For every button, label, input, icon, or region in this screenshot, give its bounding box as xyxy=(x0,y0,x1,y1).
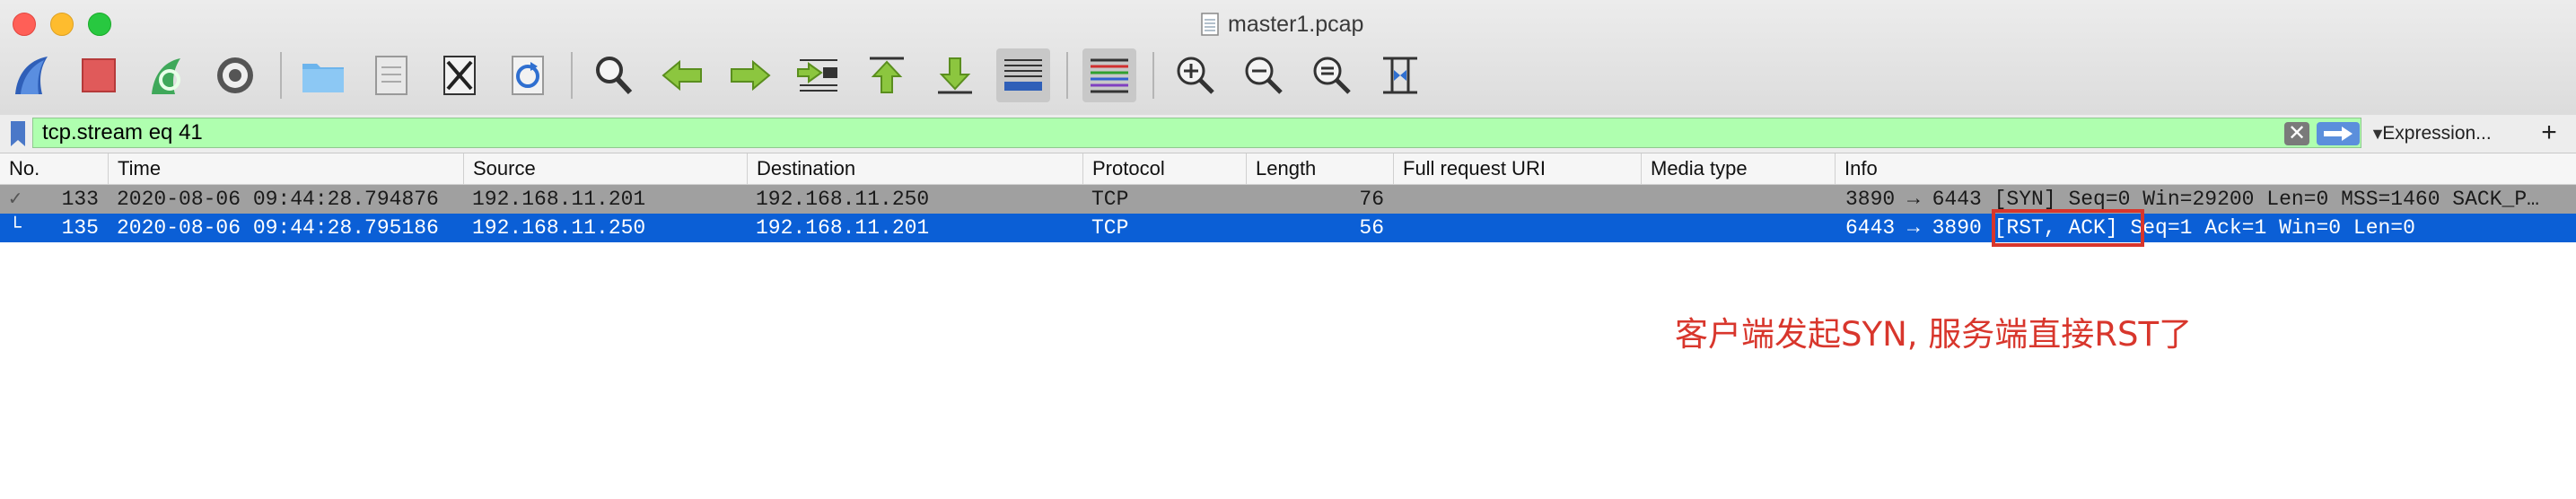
restart-capture-icon xyxy=(152,58,180,94)
save-file-icon xyxy=(375,56,407,95)
close-window-button[interactable] xyxy=(13,13,36,36)
window-chrome: master1.pcap xyxy=(0,0,2576,116)
go-to-packet-button[interactable] xyxy=(792,48,846,102)
toolbar-separator xyxy=(1152,52,1154,99)
toolbar-separator xyxy=(280,52,282,99)
annotation-text: 客户端发起SYN, 服务端直接RST了 xyxy=(1675,315,2193,354)
column-header-info[interactable]: Info xyxy=(1835,153,2576,184)
stop-capture-button[interactable] xyxy=(72,48,126,102)
column-header-protocol[interactable]: Protocol xyxy=(1082,153,1246,184)
resize-columns-icon xyxy=(1383,57,1417,94)
go-last-packet-button[interactable] xyxy=(928,48,982,102)
open-file-button[interactable] xyxy=(296,48,350,102)
document-icon xyxy=(1201,13,1219,36)
toolbar-separator xyxy=(571,52,573,99)
packet-number: 133 xyxy=(61,188,99,211)
go-back-icon xyxy=(662,59,702,92)
clear-filter-button[interactable]: ✕ xyxy=(2284,122,2309,145)
packet-destination: 192.168.11.250 xyxy=(756,188,930,211)
go-first-packet-icon xyxy=(870,57,904,93)
zoom-in-icon xyxy=(1177,57,1214,94)
packet-source: 192.168.11.250 xyxy=(472,216,646,240)
close-file-button[interactable] xyxy=(433,48,486,102)
open-file-icon xyxy=(302,64,344,92)
resize-columns-button[interactable] xyxy=(1373,48,1427,102)
go-to-packet-icon xyxy=(797,59,837,92)
window-title-text: master1.pcap xyxy=(1228,11,1364,37)
find-packet-icon xyxy=(596,57,633,95)
packet-length: 56 xyxy=(1359,216,1384,240)
restart-capture-button[interactable] xyxy=(140,48,194,102)
minimize-window-button[interactable] xyxy=(50,13,74,36)
zoom-out-icon xyxy=(1245,57,1283,94)
packet-info: 3890 → 6443 [SYN] Seq=0 Win=29200 Len=0 … xyxy=(1845,188,2539,211)
find-packet-button[interactable] xyxy=(587,48,641,102)
colorize-button[interactable] xyxy=(1082,48,1136,102)
packet-destination: 192.168.11.201 xyxy=(756,216,930,240)
packet-media-type xyxy=(1650,214,1835,242)
column-header-source[interactable]: Source xyxy=(463,153,747,184)
auto-scroll-icon xyxy=(1004,59,1042,91)
auto-scroll-button[interactable] xyxy=(996,48,1050,102)
wireshark-window: master1.pcap tcp.stream eq 41 ✕ ▼ Expres… xyxy=(0,0,2576,499)
display-filter-bar: ✕ ▼ Expression... + xyxy=(0,115,2576,153)
close-file-icon xyxy=(443,56,476,95)
go-forward-icon xyxy=(731,59,771,92)
capture-options-icon xyxy=(217,57,253,93)
packet-list-header: No. Time Source Destination Protocol Len… xyxy=(0,153,2576,185)
packet-source: 192.168.11.201 xyxy=(472,188,646,211)
go-back-button[interactable] xyxy=(655,48,709,102)
zoom-in-button[interactable] xyxy=(1169,48,1222,102)
reload-file-icon xyxy=(512,56,544,95)
go-forward-button[interactable] xyxy=(723,48,777,102)
packet-protocol: TCP xyxy=(1091,216,1129,240)
window-title: master1.pcap xyxy=(1201,11,1363,38)
clear-icon: ✕ xyxy=(2287,121,2307,145)
add-filter-button-button[interactable]: + xyxy=(2531,117,2567,149)
packet-protocol: TCP xyxy=(1091,188,1129,211)
zoom-out-button[interactable] xyxy=(1237,48,1291,102)
expression-button[interactable]: Expression... xyxy=(2370,118,2504,149)
go-last-packet-icon xyxy=(938,57,972,94)
related-packet-marker: └ xyxy=(9,216,22,240)
packet-uri xyxy=(1402,185,1641,214)
packet-time: 2020-08-06 09:44:28.794876 xyxy=(117,188,439,211)
packet-uri xyxy=(1402,214,1641,242)
reload-file-button[interactable] xyxy=(501,48,555,102)
rst-ack-highlight-box xyxy=(1992,209,2144,247)
related-packet-marker: ✓ xyxy=(9,188,22,211)
column-header-media-type[interactable]: Media type xyxy=(1641,153,1835,184)
start-capture-button[interactable] xyxy=(5,48,59,102)
capture-options-button[interactable] xyxy=(208,48,262,102)
toolbar-separator xyxy=(1066,52,1068,99)
column-header-no[interactable]: No. xyxy=(0,153,108,184)
column-header-length[interactable]: Length xyxy=(1246,153,1393,184)
zoom-normal-icon xyxy=(1313,57,1351,94)
zoom-normal-button[interactable] xyxy=(1305,48,1359,102)
go-first-packet-button[interactable] xyxy=(860,48,914,102)
save-file-button[interactable] xyxy=(364,48,418,102)
packet-row[interactable]: ✓ 133 2020-08-06 09:44:28.794876 192.168… xyxy=(0,185,2576,214)
start-capture-icon xyxy=(15,57,48,94)
colorize-icon xyxy=(1091,58,1128,93)
apply-arrow-icon xyxy=(2324,127,2353,141)
bookmark-icon[interactable] xyxy=(5,118,31,149)
packet-info: 6443 → 3890 [RST, ACK] Seq=1 Ack=1 Win=0… xyxy=(1845,216,2415,240)
packet-time: 2020-08-06 09:44:28.795186 xyxy=(117,216,439,240)
column-header-full-request-uri[interactable]: Full request URI xyxy=(1393,153,1641,184)
display-filter-field[interactable]: ✕ ▼ xyxy=(32,118,2386,148)
column-header-destination[interactable]: Destination xyxy=(747,153,1082,184)
apply-filter-button[interactable] xyxy=(2317,122,2360,145)
zoom-window-button[interactable] xyxy=(88,13,111,36)
column-header-time[interactable]: Time xyxy=(108,153,463,184)
display-filter-input[interactable] xyxy=(42,118,2241,147)
packet-length: 76 xyxy=(1359,188,1384,211)
packet-media-type xyxy=(1650,185,1835,214)
packet-number: 135 xyxy=(61,216,99,240)
stop-capture-icon xyxy=(82,58,116,92)
packet-row-selected[interactable]: └ 135 2020-08-06 09:44:28.795186 192.168… xyxy=(0,214,2576,242)
